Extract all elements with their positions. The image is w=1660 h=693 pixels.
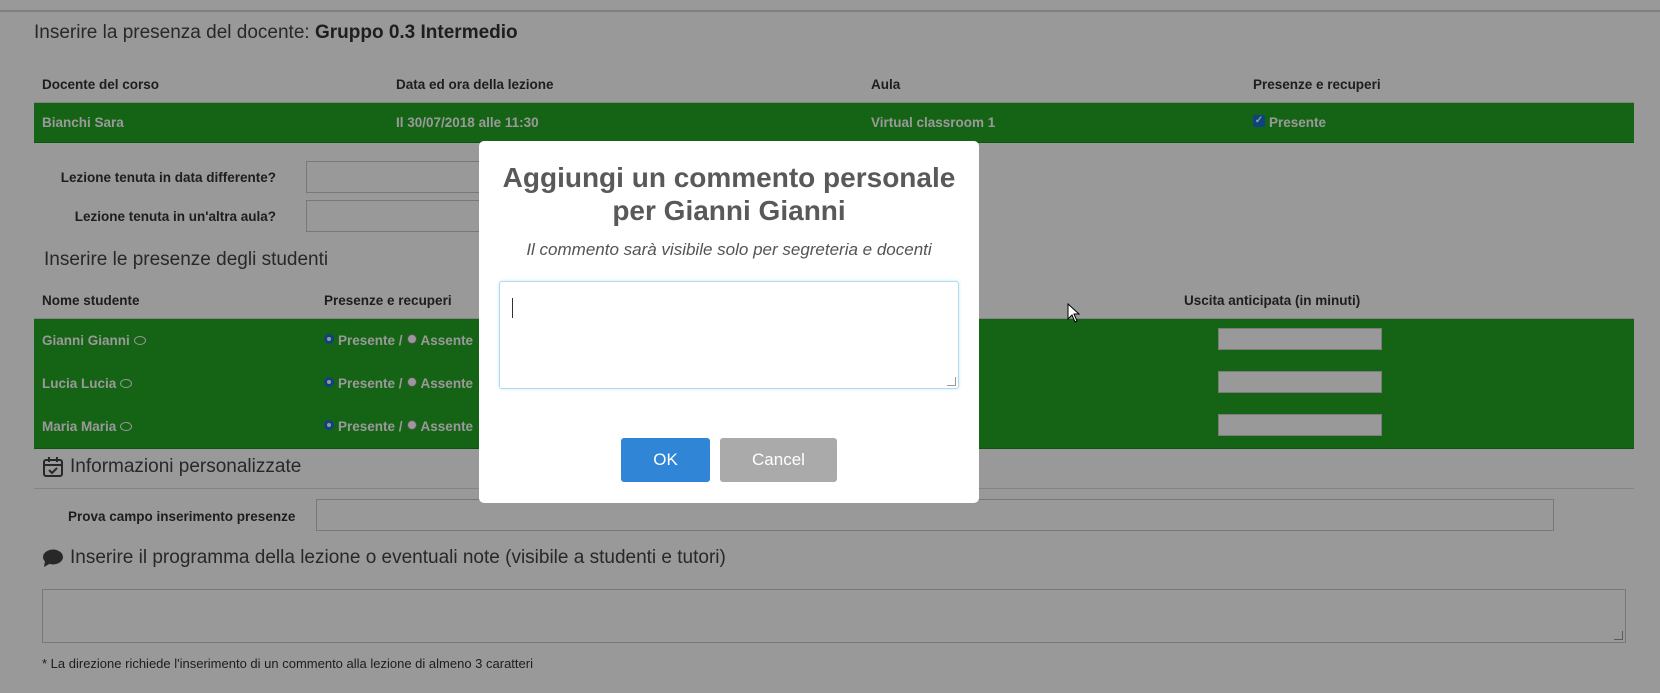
mouse-cursor-icon — [1067, 303, 1081, 323]
ok-button[interactable]: OK — [621, 438, 710, 482]
dialog-subtitle: Il commento sarà visibile solo per segre… — [526, 240, 932, 259]
text-caret — [512, 298, 513, 318]
comment-dialog: Aggiungi un commento personale per Giann… — [479, 141, 979, 503]
resize-handle[interactable] — [947, 377, 956, 386]
comment-textarea[interactable] — [499, 281, 959, 389]
dialog-title: Aggiungi un commento personale per Giann… — [502, 162, 956, 226]
cancel-button[interactable]: Cancel — [720, 438, 837, 482]
